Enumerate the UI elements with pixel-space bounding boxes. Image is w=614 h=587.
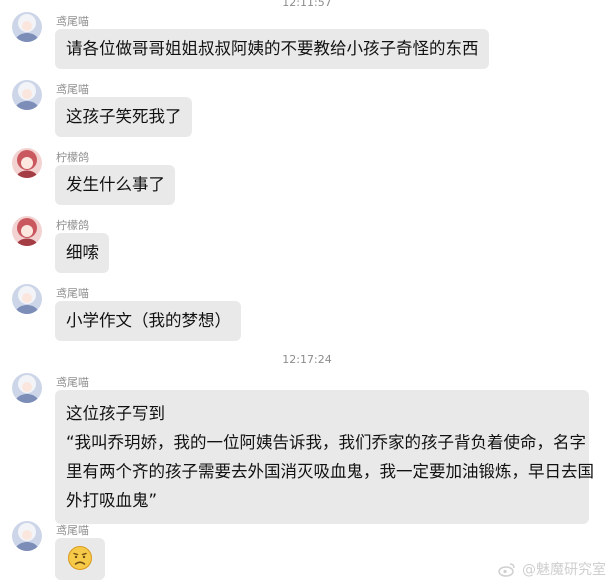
- watermark: @魅魔研究室: [498, 559, 606, 579]
- sender-name: 鸢尾喵: [56, 376, 89, 389]
- sender-name: 鸢尾喵: [56, 15, 89, 28]
- timestamp: 12:17:24: [282, 353, 332, 366]
- message-bubble[interactable]: 小学作文（我的梦想）: [55, 301, 241, 341]
- message-line: 里有两个齐的孩子需要去外国消灭吸血鬼，我一定要加油锻炼，早日去国: [66, 462, 594, 481]
- sender-name: 柠檬鸽: [56, 151, 89, 164]
- chat-window: 12:11:57 鸢尾喵 请各位做哥哥姐姐叔叔阿姨的不要教给小孩子奇怪的东西 鸢…: [0, 0, 614, 587]
- worried-face-emoji: [68, 546, 92, 570]
- message-bubble[interactable]: 请各位做哥哥姐姐叔叔阿姨的不要教给小孩子奇怪的东西: [55, 29, 489, 69]
- message-bubble[interactable]: 细嗦: [55, 233, 109, 273]
- message-line: 外打吸血鬼”: [66, 491, 158, 510]
- message-text: 请各位做哥哥姐姐叔叔阿姨的不要教给小孩子奇怪的东西: [66, 39, 479, 58]
- message-bubble[interactable]: 这位孩子写到 “我叫乔玥娇，我的一位阿姨告诉我，我们乔家的孩子背负着使命，名字 …: [55, 390, 594, 524]
- message-bubble[interactable]: 发生什么事了: [55, 165, 175, 205]
- timestamp: 12:11:57: [282, 0, 332, 9]
- message-line: 这位孩子写到: [66, 404, 165, 423]
- weibo-logo-icon: [498, 562, 515, 577]
- message-text: 细嗦: [66, 243, 99, 262]
- message-line: “我叫乔玥娇，我的一位阿姨告诉我，我们乔家的孩子背负着使命，名字: [66, 433, 587, 452]
- pink-hair-anime-avatar[interactable]: [12, 148, 42, 178]
- message-text: 小学作文（我的梦想）: [66, 311, 231, 330]
- message-bubble[interactable]: [55, 538, 105, 580]
- sender-name: 鸢尾喵: [56, 524, 89, 537]
- white-hair-anime-avatar[interactable]: [12, 80, 42, 110]
- white-hair-anime-avatar[interactable]: [12, 373, 42, 403]
- message-text: 发生什么事了: [66, 175, 165, 194]
- pink-hair-anime-avatar[interactable]: [12, 216, 42, 246]
- sender-name: 鸢尾喵: [56, 287, 89, 300]
- white-hair-anime-avatar[interactable]: [12, 521, 42, 551]
- sender-name: 柠檬鸽: [56, 219, 89, 232]
- white-hair-anime-avatar[interactable]: [12, 284, 42, 314]
- message-bubble[interactable]: 这孩子笑死我了: [55, 97, 192, 137]
- message-text: 这孩子笑死我了: [66, 107, 182, 126]
- watermark-text: @魅魔研究室: [522, 562, 606, 578]
- sender-name: 鸢尾喵: [56, 83, 89, 96]
- white-hair-anime-avatar[interactable]: [12, 12, 42, 42]
